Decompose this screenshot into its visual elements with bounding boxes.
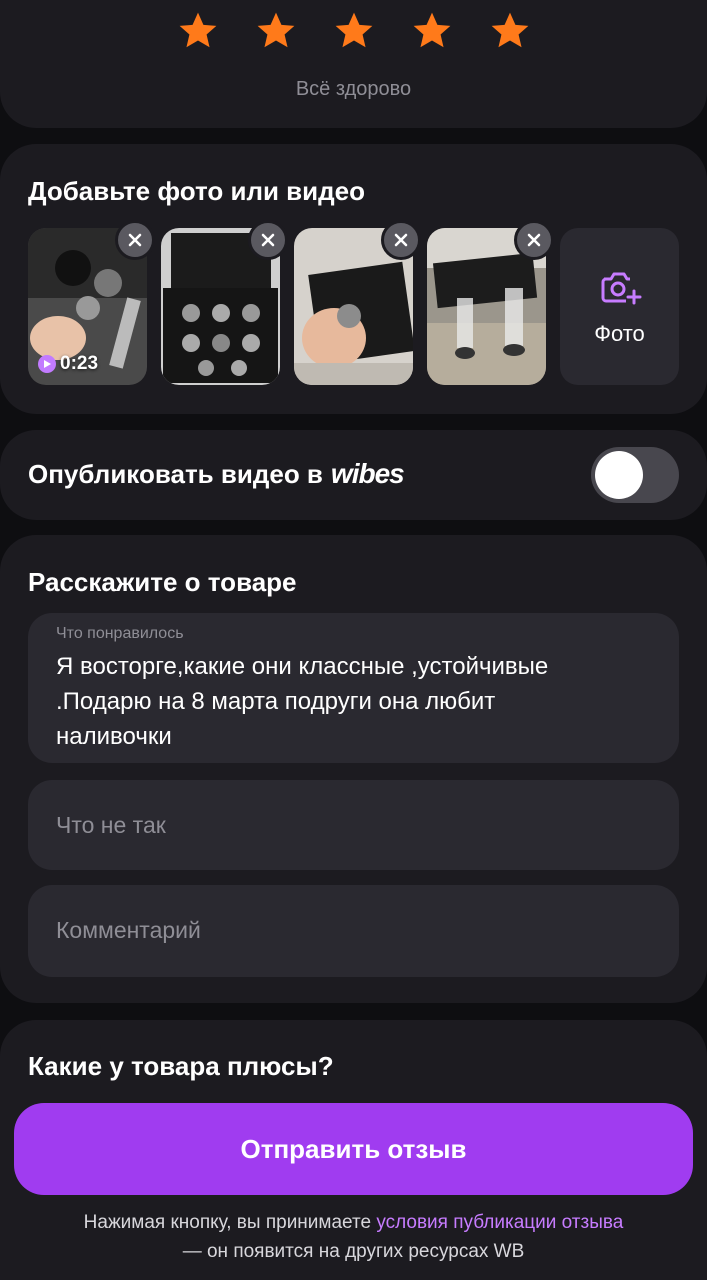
liked-field[interactable]: Что понравилось Я восторге,какие они кла… bbox=[28, 613, 679, 763]
publish-wibes-card: Опубликовать видео в wibes bbox=[0, 430, 707, 520]
disclaimer-prefix: Нажимая кнопку, вы принимаете bbox=[83, 1212, 377, 1233]
star-icon[interactable] bbox=[177, 10, 219, 52]
liked-field-label: Что понравилось bbox=[56, 625, 184, 642]
disclaimer-suffix: — он появится на других ресурсах WB bbox=[182, 1241, 525, 1262]
disclaimer: Нажимая кнопку, вы принимаете условия пу… bbox=[0, 1208, 707, 1266]
remove-media-button[interactable] bbox=[248, 220, 288, 260]
comment-field[interactable]: Комментарий bbox=[28, 885, 679, 977]
publish-wibes-toggle[interactable] bbox=[591, 447, 679, 503]
star-icon[interactable] bbox=[489, 10, 531, 52]
review-section-title: Расскажите о товаре bbox=[28, 567, 297, 597]
pros-section-title: Какие у товара плюсы? bbox=[28, 1051, 334, 1081]
media-thumbnails: 0:23 Фото bbox=[28, 220, 679, 385]
media-thumb-photo[interactable] bbox=[427, 220, 554, 385]
review-text-card: Расскажите о товаре Что понравилось Я во… bbox=[0, 535, 707, 1003]
media-thumb-photo[interactable] bbox=[161, 220, 288, 385]
publish-wibes-row: Опубликовать видео в wibes bbox=[28, 458, 405, 490]
publication-terms-link[interactable]: условия публикации отзыва bbox=[376, 1212, 623, 1233]
media-section-title: Добавьте фото или видео bbox=[28, 176, 365, 206]
star-icon[interactable] bbox=[411, 10, 453, 52]
rating-caption: Всё здорово bbox=[295, 78, 412, 100]
star-rating[interactable] bbox=[0, 10, 707, 52]
media-thumb-video[interactable]: 0:23 bbox=[28, 220, 155, 385]
media-thumb-photo[interactable] bbox=[294, 220, 421, 385]
camera-plus-icon bbox=[601, 272, 641, 304]
close-icon bbox=[394, 233, 408, 247]
remove-media-button[interactable] bbox=[381, 220, 421, 260]
publish-wibes-label: Опубликовать видео в bbox=[28, 458, 323, 489]
comment-field-placeholder: Комментарий bbox=[56, 917, 201, 943]
remove-media-button[interactable] bbox=[514, 220, 554, 260]
close-icon bbox=[128, 233, 142, 247]
close-icon bbox=[261, 233, 275, 247]
video-duration: 0:23 bbox=[38, 353, 98, 375]
toggle-knob bbox=[595, 451, 643, 499]
add-photo-button[interactable]: Фото bbox=[560, 228, 679, 385]
close-icon bbox=[527, 233, 541, 247]
rating-card: Всё здорово bbox=[0, 0, 707, 128]
liked-field-value[interactable]: Я восторге,какие они классные ,устойчивы… bbox=[56, 649, 616, 754]
star-icon[interactable] bbox=[333, 10, 375, 52]
wrong-field-placeholder: Что не так bbox=[56, 812, 166, 838]
remove-media-button[interactable] bbox=[115, 220, 155, 260]
wibes-logo: wibes bbox=[330, 458, 405, 489]
star-icon[interactable] bbox=[255, 10, 297, 52]
submit-review-button[interactable]: Отправить отзыв bbox=[14, 1103, 693, 1195]
media-card: Добавьте фото или видео 0:23 Фото bbox=[0, 144, 707, 414]
add-photo-label: Фото bbox=[594, 320, 645, 346]
wrong-field[interactable]: Что не так bbox=[28, 780, 679, 870]
play-icon bbox=[38, 355, 56, 373]
